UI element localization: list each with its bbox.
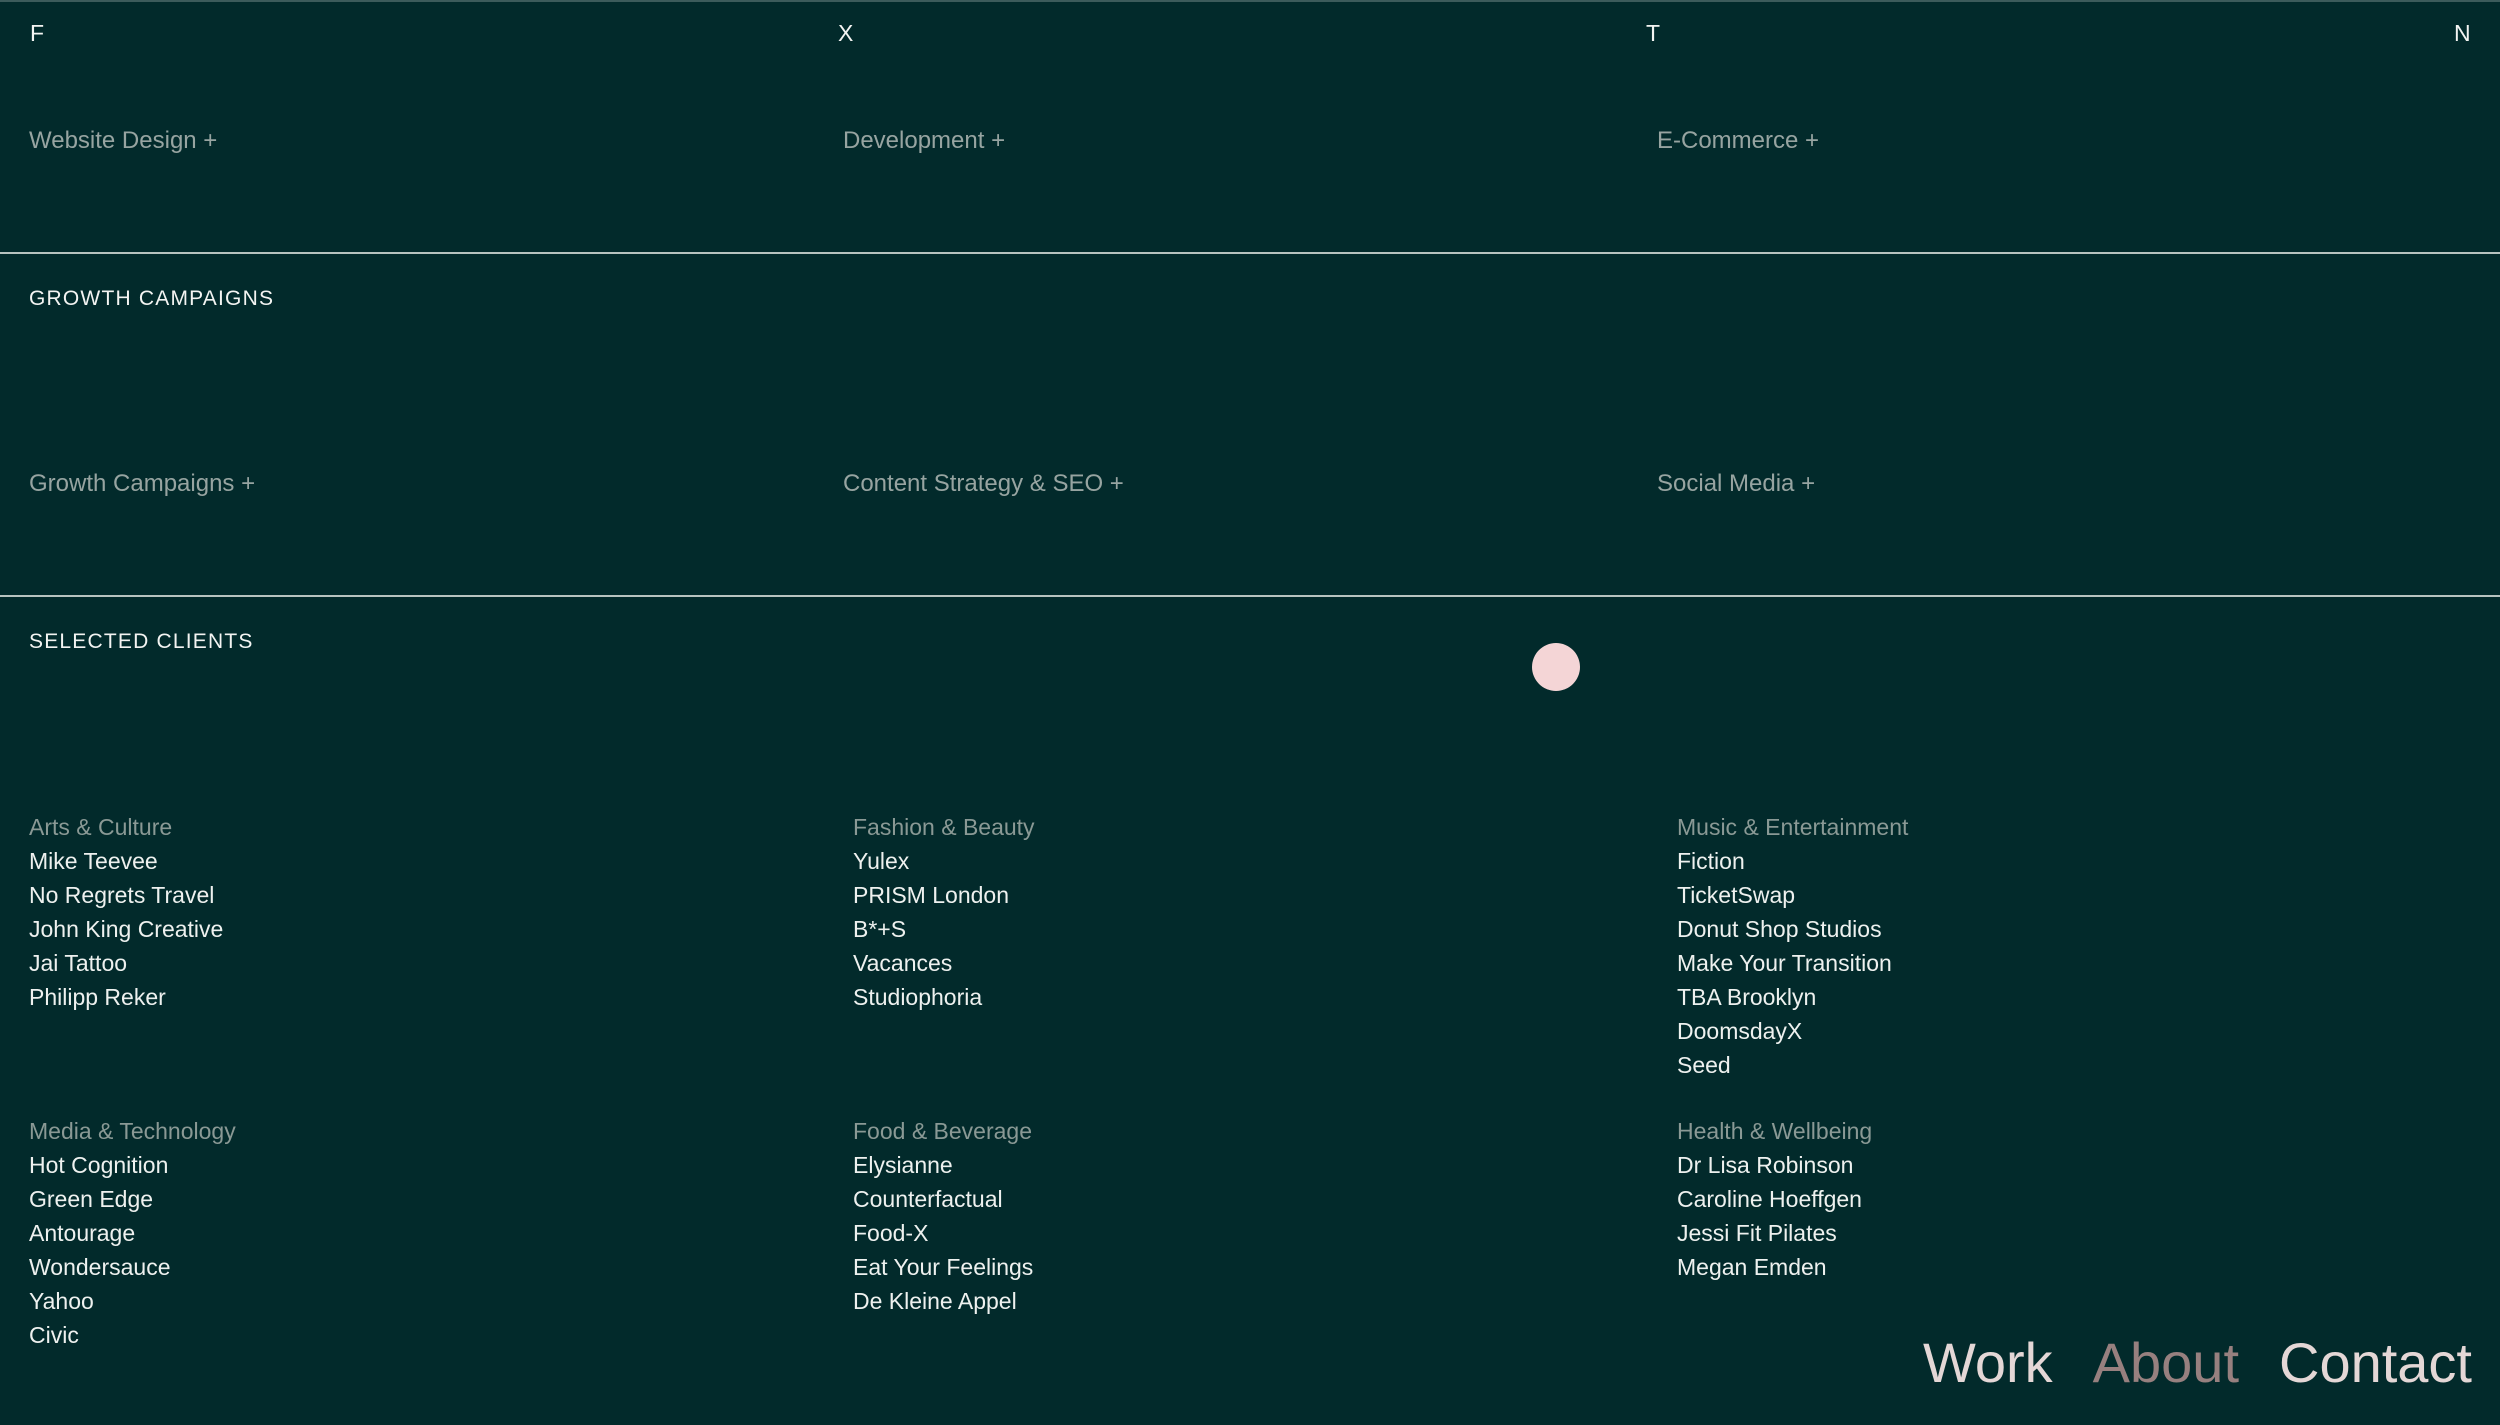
- page: F X T N Website Design + Development + E…: [0, 0, 2500, 1425]
- top-border: [0, 0, 2500, 2]
- client-item[interactable]: Yulex: [853, 844, 1613, 878]
- client-group-heading: Food & Beverage: [853, 1118, 1033, 1144]
- service-development[interactable]: Development +: [843, 126, 1005, 156]
- client-list: Elysianne Counterfactual Food-X Eat Your…: [853, 1148, 1613, 1318]
- client-group-heading: Fashion & Beauty: [853, 814, 1035, 840]
- growth-campaigns-heading: GROWTH CAMPAIGNS: [29, 287, 275, 310]
- client-item[interactable]: Antourage: [29, 1216, 789, 1250]
- cursor-dot: [1532, 643, 1580, 691]
- client-group-heading: Media & Technology: [29, 1118, 236, 1144]
- client-group-heading: Health & Wellbeing: [1677, 1118, 1873, 1144]
- client-item[interactable]: John King Creative: [29, 912, 789, 946]
- client-item[interactable]: Eat Your Feelings: [853, 1250, 1613, 1284]
- client-item[interactable]: Philipp Reker: [29, 980, 789, 1014]
- client-item[interactable]: Wondersauce: [29, 1250, 789, 1284]
- client-item[interactable]: Counterfactual: [853, 1182, 1613, 1216]
- client-group-arts-culture: Arts & Culture Mike Teevee No Regrets Tr…: [29, 810, 789, 1014]
- client-item[interactable]: Dr Lisa Robinson: [1677, 1148, 2437, 1182]
- client-item[interactable]: Studiophoria: [853, 980, 1613, 1014]
- client-item[interactable]: Food-X: [853, 1216, 1613, 1250]
- client-item[interactable]: PRISM London: [853, 878, 1613, 912]
- client-item[interactable]: Civic: [29, 1318, 789, 1352]
- nav-letter-x[interactable]: X: [838, 18, 854, 48]
- service-growth-campaigns[interactable]: Growth Campaigns +: [29, 469, 255, 499]
- client-item[interactable]: De Kleine Appel: [853, 1284, 1613, 1318]
- client-item[interactable]: DoomsdayX: [1677, 1014, 2437, 1048]
- nav-work-link[interactable]: Work: [1923, 1330, 2053, 1396]
- client-item[interactable]: Mike Teevee: [29, 844, 789, 878]
- client-item[interactable]: Seed: [1677, 1048, 2437, 1082]
- client-list: Fiction TicketSwap Donut Shop Studios Ma…: [1677, 844, 2437, 1082]
- client-group-heading: Music & Entertainment: [1677, 814, 1909, 840]
- client-item[interactable]: Elysianne: [853, 1148, 1613, 1182]
- service-social-media[interactable]: Social Media +: [1657, 469, 1815, 499]
- client-item[interactable]: Make Your Transition: [1677, 946, 2437, 980]
- client-group-fashion-beauty: Fashion & Beauty Yulex PRISM London B*+S…: [853, 810, 1613, 1014]
- client-group-health-wellbeing: Health & Wellbeing Dr Lisa Robinson Caro…: [1677, 1114, 2437, 1284]
- service-website-design[interactable]: Website Design +: [29, 126, 217, 156]
- nav-letter-f[interactable]: F: [30, 18, 45, 48]
- client-item[interactable]: Jessi Fit Pilates: [1677, 1216, 2437, 1250]
- client-item[interactable]: Yahoo: [29, 1284, 789, 1318]
- client-item[interactable]: Fiction: [1677, 844, 2437, 878]
- client-group-heading: Arts & Culture: [29, 814, 173, 840]
- nav-contact-link[interactable]: Contact: [2279, 1330, 2472, 1396]
- nav-about-link[interactable]: About: [2093, 1330, 2239, 1396]
- client-list: Yulex PRISM London B*+S Vacances Studiop…: [853, 844, 1613, 1014]
- client-item[interactable]: Vacances: [853, 946, 1613, 980]
- client-list: Mike Teevee No Regrets Travel John King …: [29, 844, 789, 1014]
- client-item[interactable]: Green Edge: [29, 1182, 789, 1216]
- selected-clients-heading: SELECTED CLIENTS: [29, 630, 254, 653]
- section-divider: [0, 252, 2500, 254]
- bottom-nav: Work About Contact: [1923, 1330, 2472, 1396]
- client-item[interactable]: Donut Shop Studios: [1677, 912, 2437, 946]
- client-item[interactable]: Jai Tattoo: [29, 946, 789, 980]
- client-list: Hot Cognition Green Edge Antourage Wonde…: [29, 1148, 789, 1352]
- section-divider: [0, 595, 2500, 597]
- client-group-music-entertainment: Music & Entertainment Fiction TicketSwap…: [1677, 810, 2437, 1082]
- client-item[interactable]: TBA Brooklyn: [1677, 980, 2437, 1014]
- client-item[interactable]: No Regrets Travel: [29, 878, 789, 912]
- client-item[interactable]: B*+S: [853, 912, 1613, 946]
- service-content-strategy-seo[interactable]: Content Strategy & SEO +: [843, 469, 1124, 499]
- client-group-food-beverage: Food & Beverage Elysianne Counterfactual…: [853, 1114, 1613, 1318]
- client-group-media-technology: Media & Technology Hot Cognition Green E…: [29, 1114, 789, 1352]
- nav-letter-n[interactable]: N: [2454, 18, 2471, 48]
- client-list: Dr Lisa Robinson Caroline Hoeffgen Jessi…: [1677, 1148, 2437, 1284]
- client-item[interactable]: Hot Cognition: [29, 1148, 789, 1182]
- client-item[interactable]: Megan Emden: [1677, 1250, 2437, 1284]
- nav-letter-t[interactable]: T: [1646, 18, 1661, 48]
- service-e-commerce[interactable]: E-Commerce +: [1657, 126, 1819, 156]
- client-item[interactable]: Caroline Hoeffgen: [1677, 1182, 2437, 1216]
- client-item[interactable]: TicketSwap: [1677, 878, 2437, 912]
